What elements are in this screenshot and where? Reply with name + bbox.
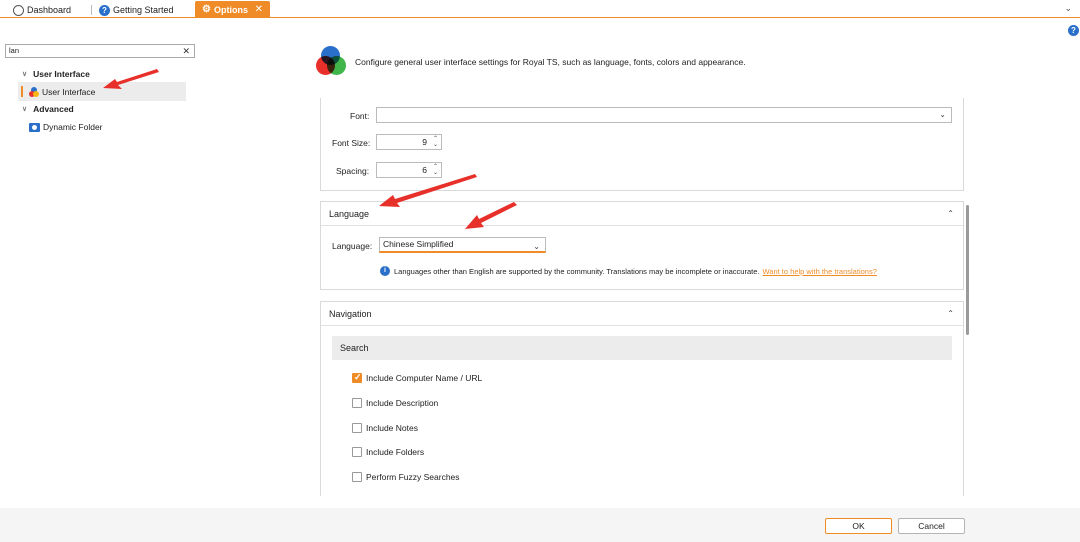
annotation-arrows [103, 69, 517, 229]
cancel-button[interactable]: Cancel [898, 518, 965, 534]
annotation-arrow [103, 69, 517, 229]
ok-button[interactable]: OK [825, 518, 892, 534]
